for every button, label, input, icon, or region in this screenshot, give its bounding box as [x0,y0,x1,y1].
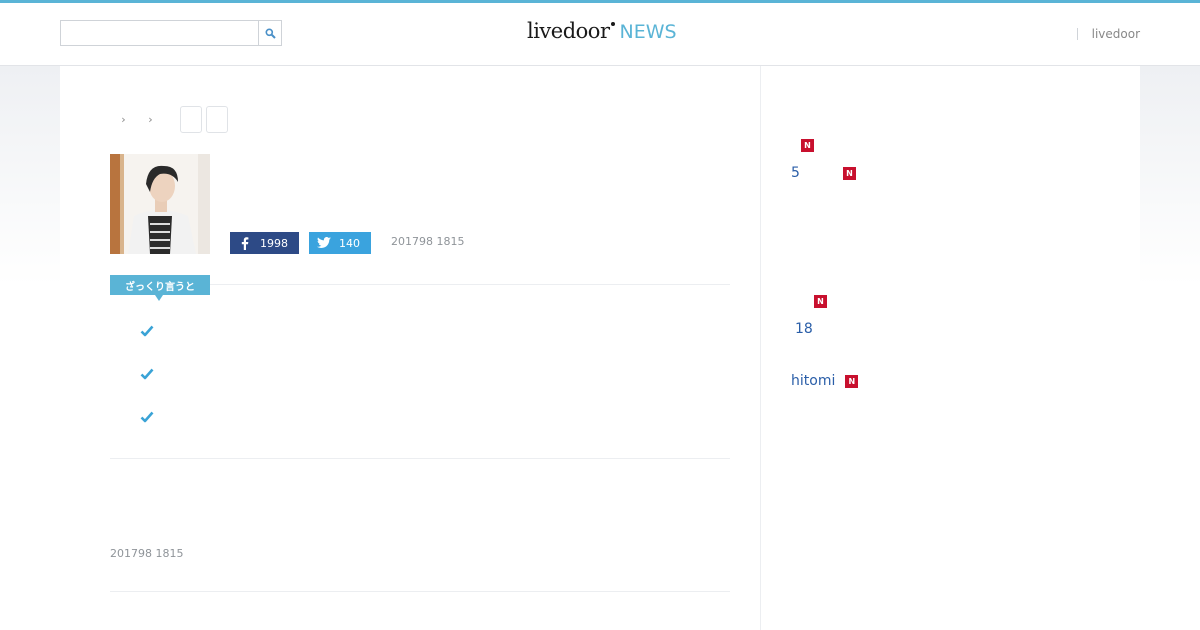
breadcrumb: › › [110,105,228,133]
sidebar-news-item[interactable]: N [814,295,827,308]
facebook-share-count: 1998 [260,236,288,250]
new-badge: N [845,374,859,388]
summary-label: ざっくり言うと [110,275,210,301]
search-button[interactable] [258,21,281,45]
article-column: › › 1998 140 201798 1815 ざっくり言うと 201798 … [60,66,760,630]
header-right-nav: livedoor [1076,27,1140,41]
sidebar-news-item[interactable]: 18 [795,321,813,337]
published-date: 201798 1815 [391,235,465,248]
sidebar-news-title: hitomi [791,373,836,389]
livedoor-top-link[interactable]: livedoor [1092,27,1140,41]
portrait-image [110,154,210,254]
facebook-share-button[interactable]: 1998 [230,232,299,254]
twitter-icon [309,237,339,249]
search-icon [265,28,276,39]
next-article-button[interactable] [206,105,228,133]
prev-article-button[interactable] [180,105,202,133]
check-icon [140,411,154,423]
new-badge: N [814,295,827,308]
sidebar-news-title: 5 [791,165,800,181]
article-divider [110,458,730,459]
twitter-share-button[interactable]: 140 [309,232,371,254]
new-badge: N [801,139,814,152]
chevron-right-icon: › [121,112,126,126]
check-icon [140,325,154,337]
check-icon [140,368,154,380]
published-date-bottom: 201798 1815 [110,547,184,560]
site-logo[interactable]: livedoor NEWS [527,19,677,49]
header-divider [1076,28,1078,40]
sidebar-news-item[interactable]: N [801,139,814,152]
article-thumbnail [110,154,210,254]
logo-livedoor: livedoor [527,19,610,43]
search-input[interactable] [61,21,258,45]
logo-news: NEWS [619,21,677,43]
logo-dot [610,22,615,26]
sidebar-news-title: 18 [795,321,813,337]
chevron-right-icon: › [148,112,153,126]
twitter-share-count: 140 [339,236,360,250]
sidebar: N 5 N N 18 hitomi N [760,66,1140,630]
facebook-icon [230,236,260,250]
search-box [60,20,282,46]
summary-divider [210,284,730,285]
article-divider [110,591,730,592]
site-header: livedoor NEWS livedoor [0,3,1200,66]
sidebar-news-item[interactable]: hitomi N [791,373,859,389]
sidebar-news-item[interactable]: 5 N [791,165,856,181]
new-badge: N [842,166,856,180]
